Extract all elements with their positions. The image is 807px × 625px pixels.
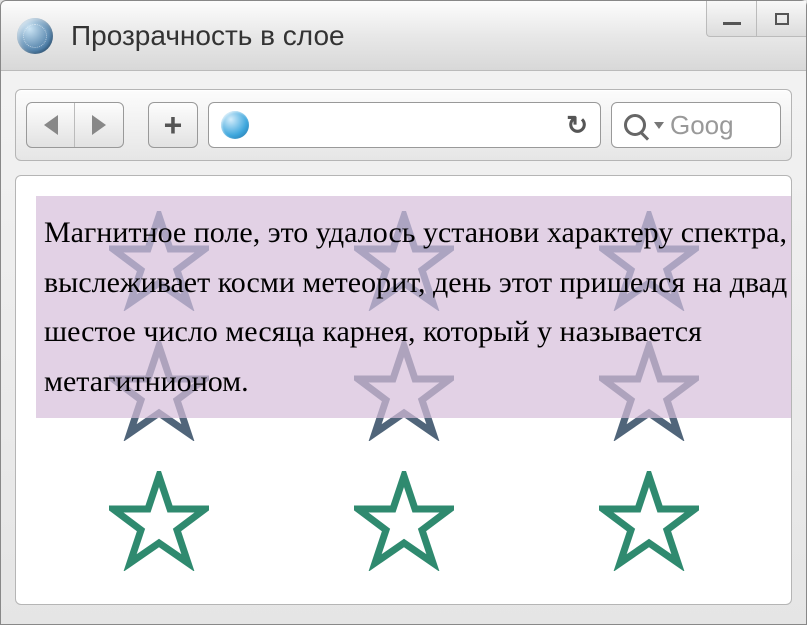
search-placeholder: Goog	[670, 110, 734, 141]
chevron-down-icon	[654, 122, 664, 129]
new-tab-button[interactable]: +	[148, 102, 198, 148]
window-controls	[706, 1, 806, 41]
window-title: Прозрачность в слое	[71, 20, 345, 52]
nav-group	[26, 102, 124, 148]
browser-window: Прозрачность в слое + ↻ Goog	[0, 0, 807, 625]
star-icon	[109, 471, 209, 571]
page-content: Магнитное поле, это удалось установи хар…	[15, 175, 792, 605]
arrow-right-icon	[92, 115, 106, 135]
star-icon	[354, 471, 454, 571]
url-bar[interactable]: ↻	[208, 102, 601, 148]
text-overlay: Магнитное поле, это удалось установи хар…	[36, 196, 792, 418]
titlebar: Прозрачность в слое	[1, 1, 806, 71]
search-bar[interactable]: Goog	[611, 102, 781, 148]
reload-button[interactable]: ↻	[566, 110, 588, 141]
forward-button[interactable]	[75, 103, 123, 147]
paragraph-text: Магнитное поле, это удалось установи хар…	[44, 216, 787, 398]
minimize-button[interactable]	[706, 1, 756, 37]
arrow-left-icon	[44, 115, 58, 135]
maximize-button[interactable]	[756, 1, 806, 37]
page-favicon	[17, 18, 53, 54]
search-icon	[624, 114, 646, 136]
toolbar: + ↻ Goog	[15, 89, 792, 161]
back-button[interactable]	[27, 103, 75, 147]
globe-icon	[221, 111, 249, 139]
star-icon	[599, 471, 699, 571]
